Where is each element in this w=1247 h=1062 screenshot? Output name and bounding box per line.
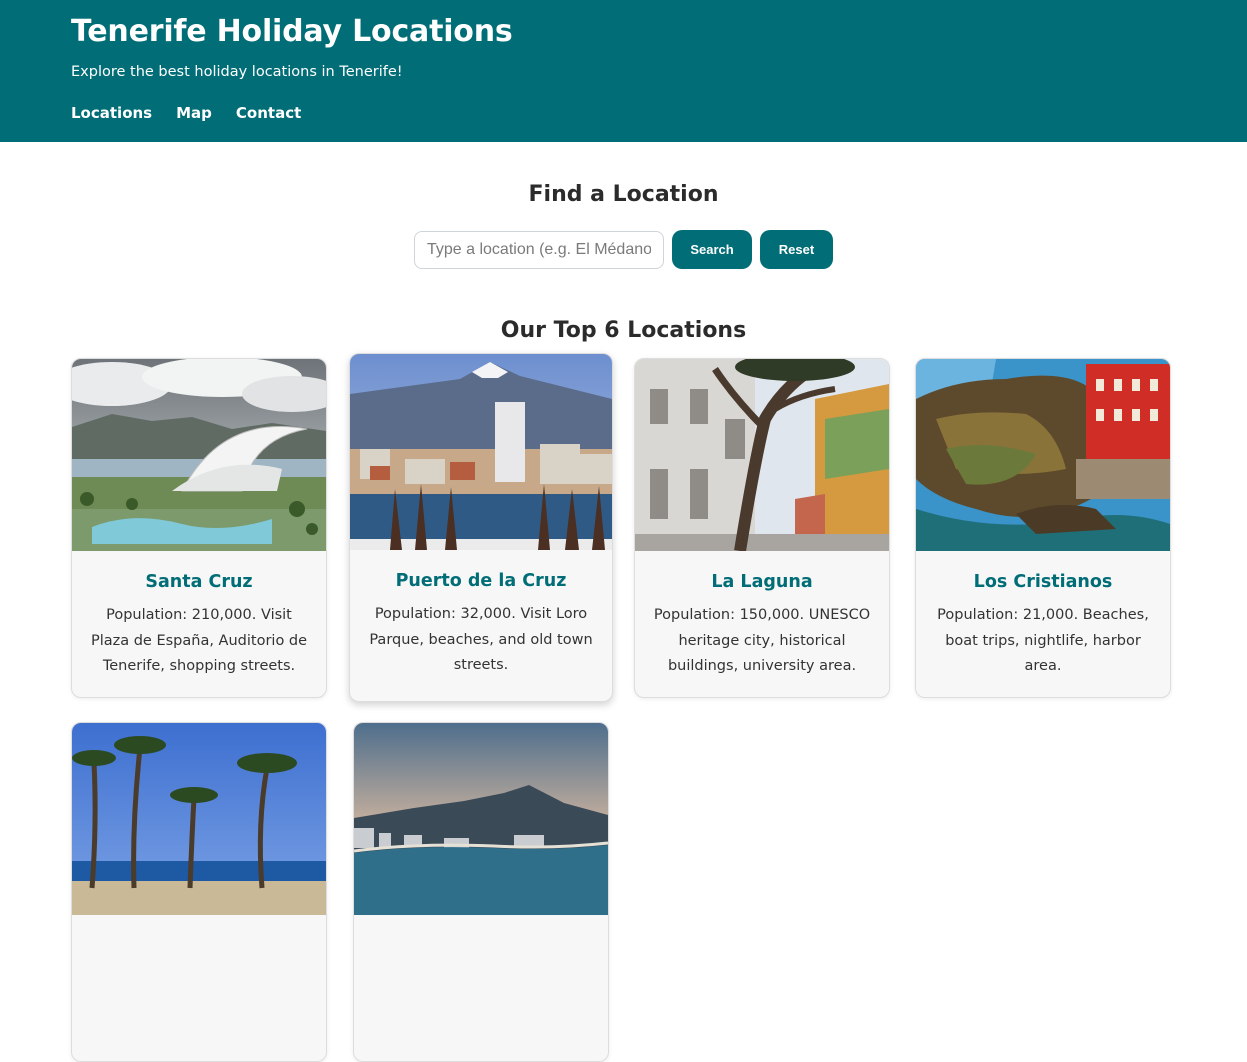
card-description: Population: 32,000. Visit Loro Parque, b…: [369, 606, 593, 673]
reset-button[interactable]: Reset: [760, 230, 833, 269]
location-search-input[interactable]: [414, 230, 664, 269]
card-title: Santa Cruz: [145, 572, 253, 592]
palm-trees-beach-photo: [72, 723, 326, 915]
card-description: Population: 21,000. Beaches, boat trips,…: [937, 607, 1149, 674]
search-button[interactable]: Search: [672, 230, 752, 269]
card-description: Population: 210,000. Visit Plaza de Espa…: [90, 607, 308, 674]
top-locations-heading: Our Top 6 Locations: [500, 318, 747, 343]
nav-link-map[interactable]: Map: [176, 103, 212, 123]
card-title: Puerto de la Cruz: [395, 571, 567, 591]
site-title: Tenerife Holiday Locations: [71, 14, 513, 49]
main-nav: Locations Map Contact: [71, 103, 1247, 123]
card-description: [354, 935, 608, 961]
card-title: Los Cristianos: [973, 572, 1113, 592]
location-card-5[interactable]: [71, 722, 327, 1062]
site-tagline: Explore the best holiday locations in Te…: [71, 64, 403, 80]
search-bar: Search Reset: [0, 230, 1247, 269]
location-card-6[interactable]: [353, 722, 609, 1062]
card-title: [354, 915, 608, 935]
la-laguna-street-tree-photo: [635, 359, 889, 551]
nav-link-locations[interactable]: Locations: [71, 103, 152, 123]
puerto-de-la-cruz-teide-photo: [350, 354, 612, 550]
nav-link-contact[interactable]: Contact: [236, 103, 301, 123]
card-title: La Laguna: [711, 572, 813, 592]
card-title: [72, 915, 326, 935]
los-cristianos-cliff-houses-photo: [916, 359, 1170, 551]
location-card-la-laguna[interactable]: La Laguna Population: 150,000. UNESCO he…: [634, 358, 890, 698]
santa-cruz-auditorium-photo: [72, 359, 326, 551]
coastal-city-mountain-photo: [354, 723, 608, 915]
search-section: Find a Location Search Reset: [0, 181, 1247, 269]
location-card-los-cristianos[interactable]: Los Cristianos Population: 21,000. Beach…: [915, 358, 1171, 698]
card-description: Population: 150,000. UNESCO heritage cit…: [653, 607, 871, 674]
location-card-santa-cruz[interactable]: Santa Cruz Population: 210,000. Visit Pl…: [71, 358, 327, 698]
site-header: Tenerife Holiday Locations Explore the b…: [0, 0, 1247, 142]
search-heading: Find a Location: [528, 182, 719, 207]
location-card-puerto-de-la-cruz[interactable]: Puerto de la Cruz Population: 32,000. Vi…: [349, 353, 613, 702]
card-description: [72, 935, 326, 961]
